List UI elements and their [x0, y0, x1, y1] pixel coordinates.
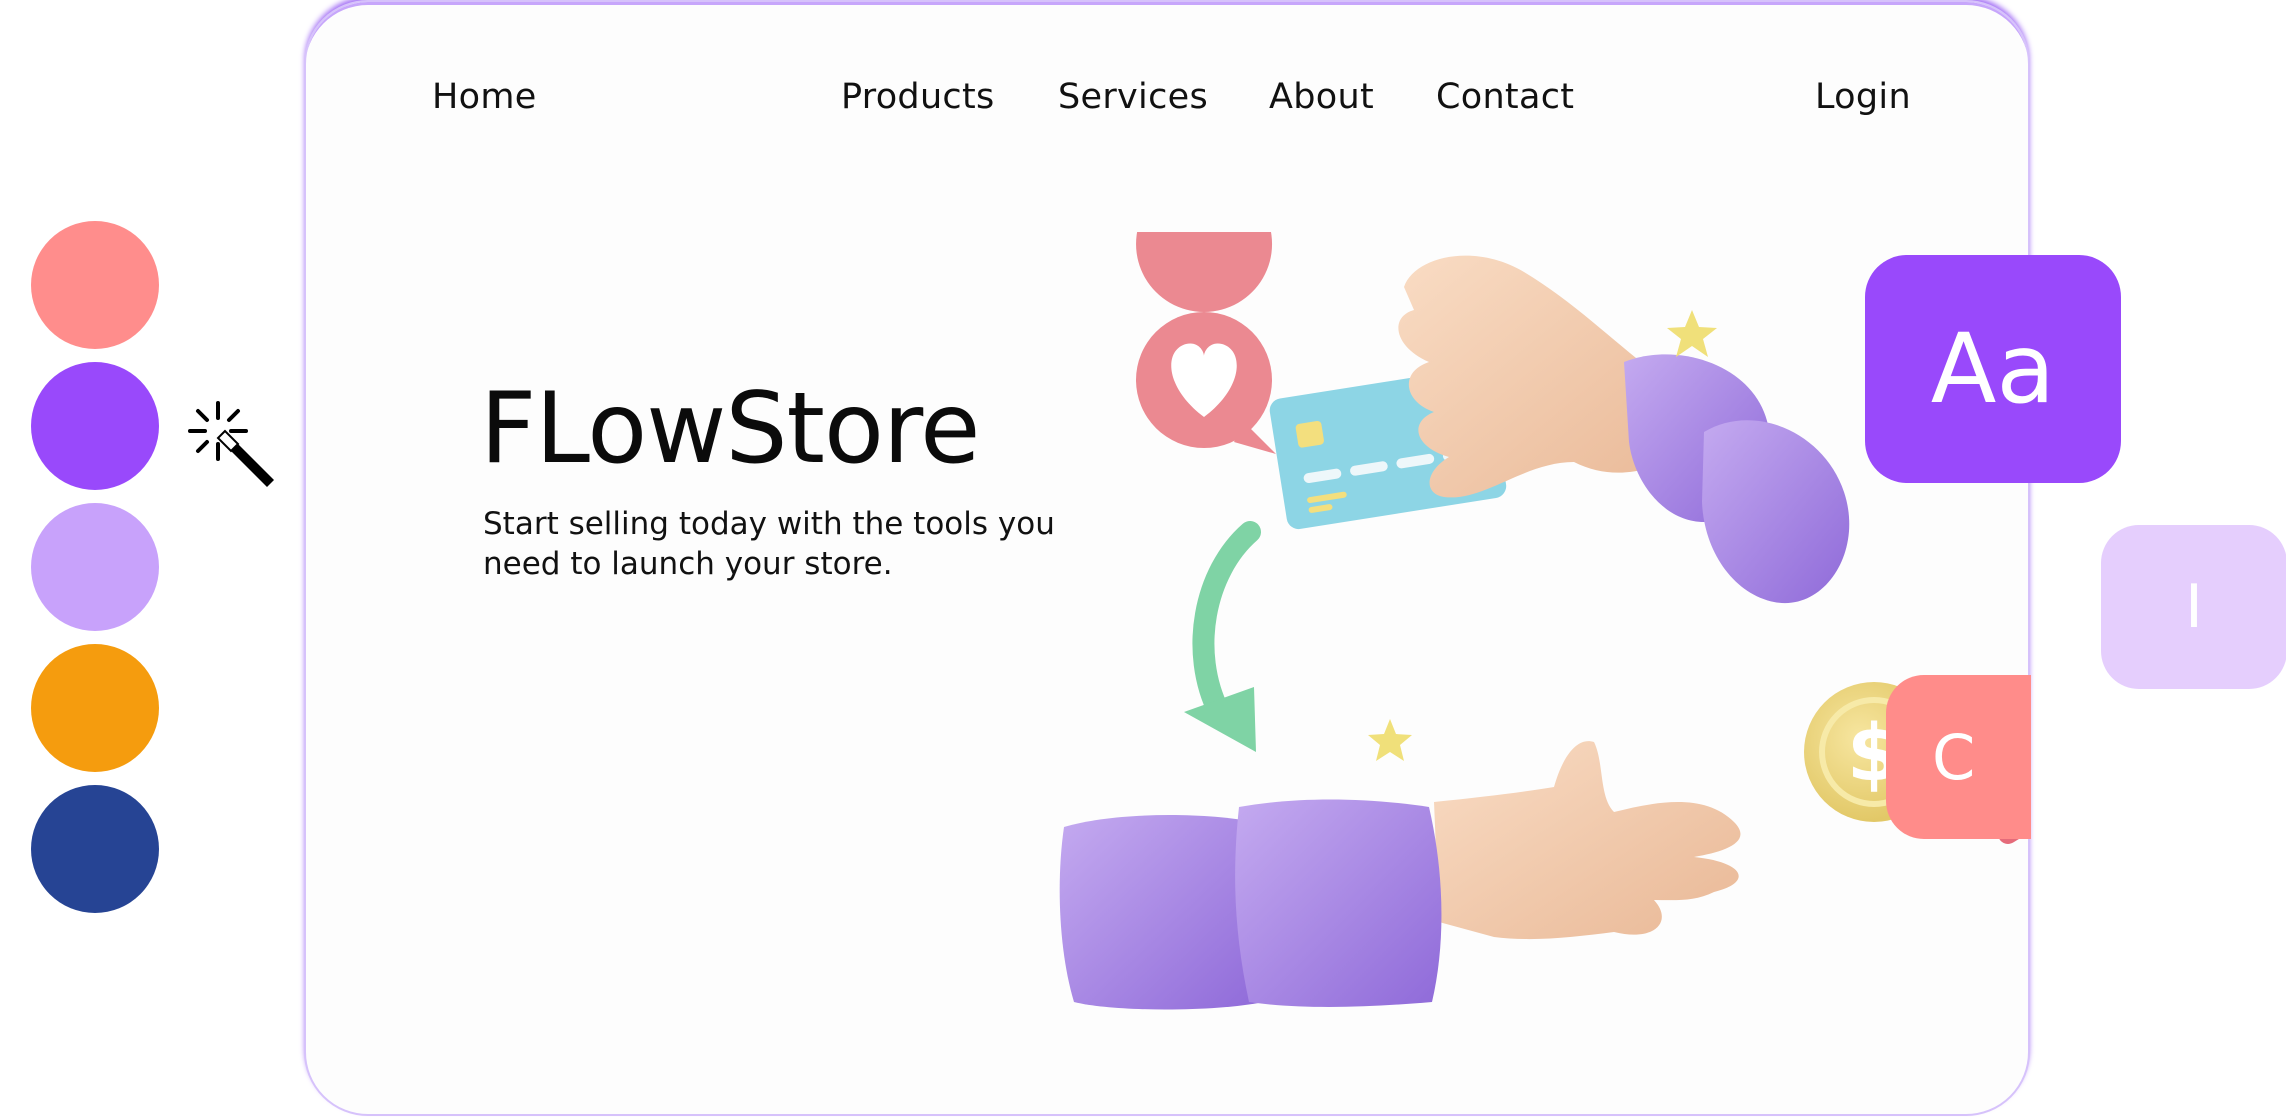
swatch-lavender[interactable] — [31, 503, 159, 631]
magic-wand-icon[interactable] — [185, 398, 280, 493]
swatch-navy[interactable] — [31, 785, 159, 913]
nav-services[interactable]: Services — [1058, 77, 1208, 117]
hero-title: FLowStore — [480, 372, 980, 486]
website-mockup-card: Home Products Services About Contact Log… — [304, 0, 2030, 1116]
nav-products[interactable]: Products — [841, 77, 995, 117]
swatch-purple[interactable] — [31, 362, 159, 490]
nav-contact[interactable]: Contact — [1436, 77, 1574, 117]
swatch-coral[interactable] — [31, 221, 159, 349]
arrow-icon — [1184, 521, 1261, 752]
star-icon — [1368, 719, 1412, 761]
receiving-hand-icon — [1059, 741, 1741, 1010]
giving-hand-icon — [1398, 255, 1850, 604]
hero-subtitle: Start selling today with the tools you n… — [483, 506, 1055, 582]
nav-about[interactable]: About — [1269, 77, 1374, 117]
chip-aa-label: Aa — [1930, 313, 2056, 425]
typography-chip-c[interactable]: C — [1886, 675, 2031, 839]
typography-chip-i[interactable]: I — [2101, 525, 2286, 689]
nav-home[interactable]: Home — [432, 77, 537, 117]
chip-c-label: C — [1932, 720, 1976, 794]
star-icon — [1667, 310, 1717, 357]
swatch-orange[interactable] — [31, 644, 159, 772]
typography-chip-aa[interactable]: Aa — [1865, 255, 2121, 483]
nav-login[interactable]: Login — [1815, 77, 1911, 117]
heart-chat-bubble-icon — [1136, 232, 1276, 454]
chip-i-label: I — [2185, 572, 2203, 642]
